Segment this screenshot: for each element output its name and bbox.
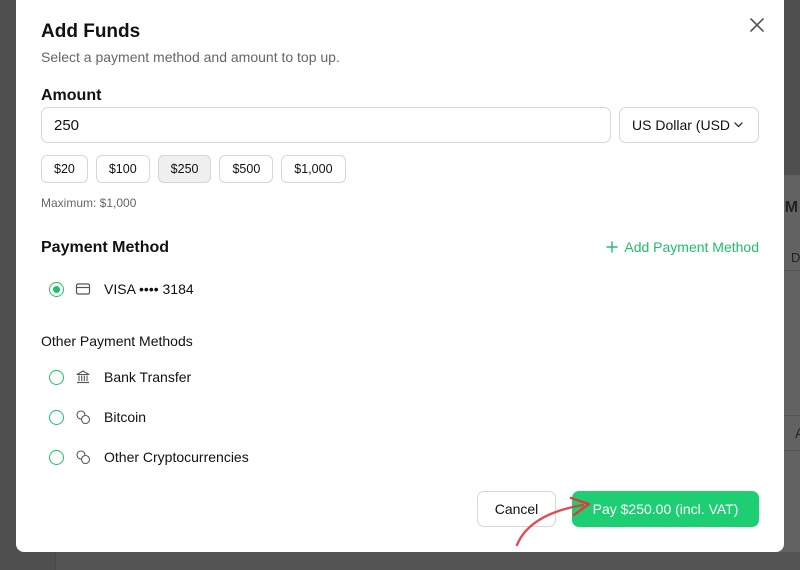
payment-option-label: VISA •••• 3184 [104,281,194,297]
maximum-note: Maximum: $1,000 [41,196,137,210]
add-payment-method-label: Add Payment Method [624,239,759,255]
credit-card-icon [75,281,91,297]
payment-option-label: Other Cryptocurrencies [104,449,249,465]
amount-presets: $20 $100 $250 $500 $1,000 [41,155,346,183]
chevron-down-icon [733,117,744,133]
preset-chip[interactable]: $500 [219,155,274,183]
radio-button[interactable] [49,281,64,297]
background-text: D [791,250,800,265]
currency-value: US Dollar (USD [632,117,731,133]
background-text: A [795,425,800,441]
coins-icon [75,449,91,465]
payment-method-label: Payment Method [41,239,170,256]
amount-input[interactable] [41,107,611,143]
add-funds-modal: Add Funds Select a payment method and am… [16,0,784,552]
preset-chip[interactable]: $1,000 [281,155,346,183]
payment-option-visa[interactable]: VISA •••• 3184 [49,281,194,297]
modal-subtitle: Select a payment method and amount to to… [41,49,340,65]
close-icon [750,18,764,32]
currency-select[interactable]: US Dollar (USD [619,107,759,143]
payment-option-label: Bitcoin [104,409,147,425]
pay-button[interactable]: Pay $250.00 (incl. VAT) [572,491,759,527]
preset-chip[interactable]: $100 [95,155,150,183]
payment-option-other-crypto[interactable]: Other Cryptocurrencies [49,449,249,465]
bank-icon [75,369,91,385]
payment-option-label: Bank Transfer [104,369,192,385]
coins-icon [75,409,91,425]
payment-option-bitcoin[interactable]: Bitcoin [49,409,146,425]
amount-label: Amount [41,87,102,104]
radio-button[interactable] [49,369,64,385]
radio-button[interactable] [49,449,64,465]
cancel-button[interactable]: Cancel [477,491,556,527]
plus-icon [606,241,619,253]
close-button[interactable] [748,16,766,34]
other-methods-label: Other Payment Methods [41,333,193,349]
background-footer [55,552,800,570]
modal-title: Add Funds [41,21,141,42]
preset-chip[interactable]: $250 [157,155,212,183]
preset-chip[interactable]: $20 [41,155,88,183]
add-payment-method-link[interactable]: Add Payment Method [606,239,759,255]
radio-button[interactable] [49,409,64,425]
payment-option-bank-transfer[interactable]: Bank Transfer [49,369,191,385]
